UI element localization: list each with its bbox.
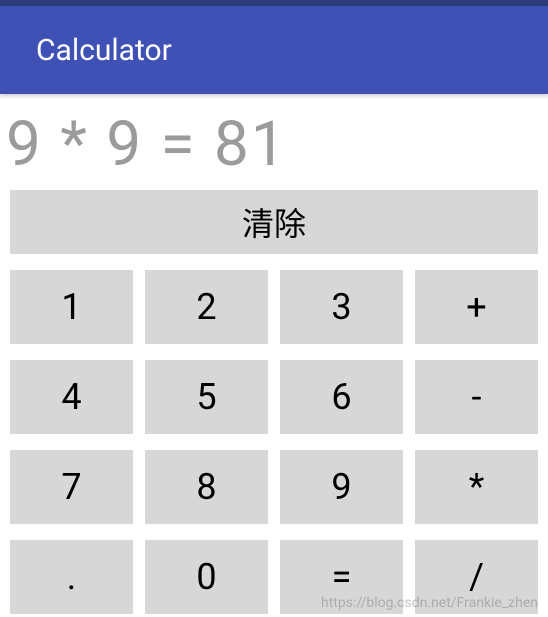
key-6[interactable]: 6	[280, 360, 403, 434]
key-4[interactable]: 4	[10, 360, 133, 434]
key-3[interactable]: 3	[280, 270, 403, 344]
key-multiply[interactable]: *	[415, 450, 538, 524]
keypad: 1 2 3 + 4 5 6 - 7 8 9 * . 0 = /	[0, 270, 548, 614]
app-bar: Calculator	[0, 6, 548, 94]
key-1[interactable]: 1	[10, 270, 133, 344]
key-8[interactable]: 8	[145, 450, 268, 524]
key-5[interactable]: 5	[145, 360, 268, 434]
key-plus[interactable]: +	[415, 270, 538, 344]
clear-button[interactable]: 清除	[10, 190, 538, 254]
key-2[interactable]: 2	[145, 270, 268, 344]
clear-row: 清除	[0, 190, 548, 254]
key-0[interactable]: 0	[145, 540, 268, 614]
app-title: Calculator	[36, 33, 172, 68]
key-minus[interactable]: -	[415, 360, 538, 434]
key-7[interactable]: 7	[10, 450, 133, 524]
watermark: https://blog.csdn.net/Frankie_zhen	[321, 595, 538, 611]
display-expression: 9 * 9 = 81	[6, 108, 288, 181]
key-9[interactable]: 9	[280, 450, 403, 524]
display-area: 9 * 9 = 81	[0, 94, 548, 190]
key-dot[interactable]: .	[10, 540, 133, 614]
